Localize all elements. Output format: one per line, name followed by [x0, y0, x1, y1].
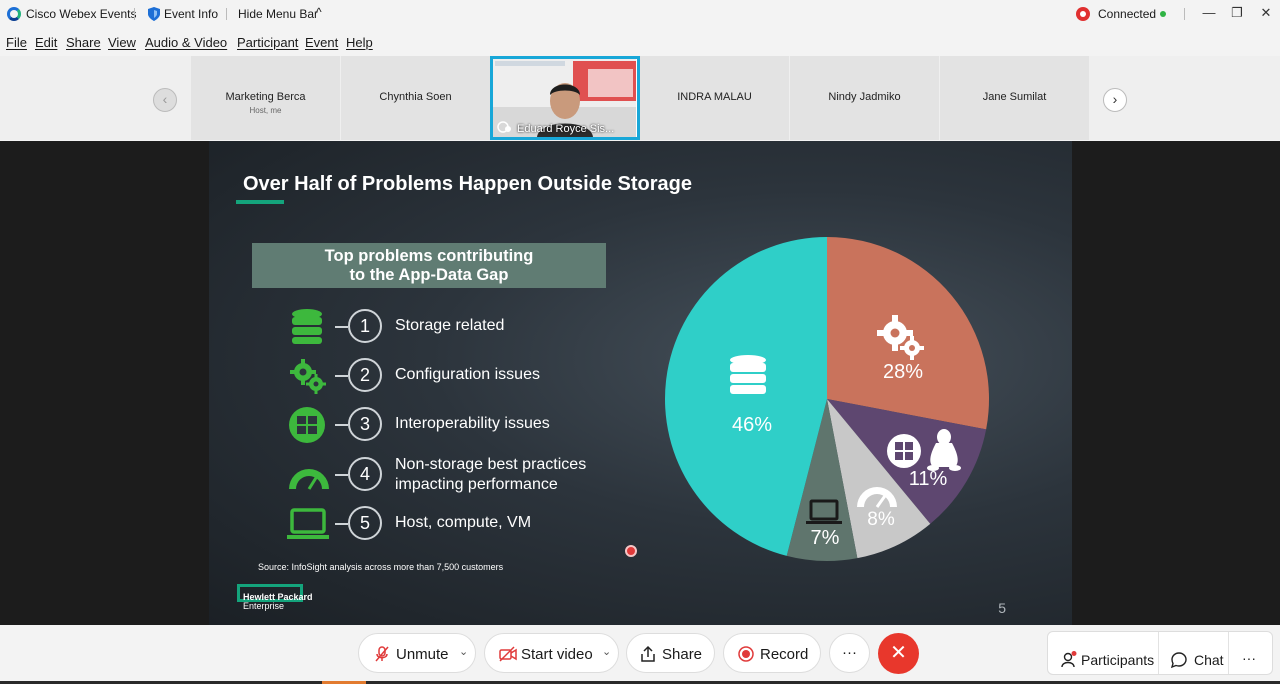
participant-name: Eduard Royce Sis... [517, 123, 615, 135]
participant-name: Nindy Jadmiko [828, 91, 901, 103]
chevron-down-icon[interactable]: ⌄ [459, 645, 468, 658]
pie-slice-label: 8% [867, 509, 895, 530]
audio-connected-icon [497, 121, 511, 133]
chat-label: Chat [1194, 652, 1224, 668]
pie-slice-label: 7% [811, 527, 840, 549]
participant-tile[interactable]: Chynthia Soen [341, 56, 490, 140]
connection-status: Connected [1098, 7, 1157, 21]
record-button[interactable]: Record [723, 633, 821, 673]
strip-prev-button[interactable]: ‹ [153, 88, 177, 112]
participant-name: Marketing Berca [225, 91, 306, 103]
menu-audio-video[interactable]: Audio & Video [145, 35, 227, 50]
more-panels-button[interactable]: ··· [1242, 640, 1266, 680]
pie-slice-label: 11% [909, 468, 948, 490]
menu-share[interactable]: Share [66, 35, 101, 50]
record-icon [738, 646, 754, 662]
hide-menu-bar-button[interactable]: Hide Menu Bar [238, 7, 318, 21]
share-button[interactable]: Share [626, 633, 715, 673]
menu-edit[interactable]: Edit [35, 35, 57, 50]
menu-help[interactable]: Help [346, 35, 373, 50]
video-off-icon [499, 646, 517, 662]
app-title: Cisco Webex Events [26, 7, 137, 21]
status-dot-icon [1160, 11, 1166, 17]
participant-strip: ‹ Marketing Berca Host, me Chynthia Soen… [0, 56, 1280, 140]
participants-label: Participants [1081, 652, 1155, 668]
participant-role: Host, me [249, 106, 282, 115]
menu-file[interactable]: File [6, 35, 27, 50]
chevron-down-icon[interactable]: ⌄ [602, 645, 611, 658]
unmute-label: Unmute [396, 646, 449, 663]
start-video-button[interactable]: Start video ⌄ [484, 633, 619, 673]
participant-name: Jane Sumilat [982, 91, 1047, 103]
participant-name: INDRA MALAU [677, 91, 752, 103]
panel-buttons-group: Participants Chat ··· [1047, 631, 1273, 675]
participant-tile[interactable]: Jane Sumilat [940, 56, 1089, 140]
participant-tile[interactable]: Nindy Jadmiko [790, 56, 939, 140]
shared-content-stage: Over Half of Problems Happen Outside Sto… [0, 141, 1280, 625]
participants-icon [1061, 651, 1077, 668]
unmute-button[interactable]: Unmute ⌄ [358, 633, 476, 673]
chat-icon [1170, 652, 1187, 669]
divider [1228, 632, 1229, 674]
microphone-muted-icon [375, 646, 389, 662]
share-label: Share [662, 646, 703, 663]
more-options-button[interactable]: ··· [829, 633, 870, 673]
menu-participant[interactable]: Participant [237, 35, 298, 50]
chat-button[interactable]: Chat [1170, 640, 1230, 680]
more-icon: ··· [842, 644, 857, 661]
pie-slice-label: 46% [732, 414, 772, 436]
strip-next-button[interactable]: › [1103, 88, 1127, 112]
restore-button[interactable]: ❐ [1228, 4, 1246, 22]
record-label: Record [760, 646, 809, 663]
divider [134, 8, 135, 20]
presenter-pointer [625, 545, 637, 557]
divider [1184, 8, 1185, 20]
database-icon [730, 355, 766, 394]
minimize-button[interactable]: — [1200, 4, 1218, 22]
problems-pie-chart: 28% 11% 8% 7% 46% [664, 237, 990, 561]
participant-tile-active-speaker[interactable]: Eduard Royce Sis... [490, 56, 640, 140]
meeting-controls: Unmute ⌄ Start video ⌄ Share Record ··· … [0, 625, 1280, 684]
event-info-button[interactable]: Event Info [164, 7, 218, 21]
close-window-button[interactable]: ✕ [1257, 4, 1275, 22]
menu-view[interactable]: View [108, 35, 136, 50]
participant-name: Chynthia Soen [379, 91, 452, 103]
shared-slide: Over Half of Problems Happen Outside Sto… [209, 141, 1072, 625]
windows-icon [887, 434, 921, 468]
divider [1158, 632, 1159, 674]
webex-logo-icon [7, 7, 21, 21]
title-bar: Cisco Webex Events Event Info Hide Menu … [0, 0, 1280, 28]
share-icon [641, 645, 655, 662]
end-meeting-button[interactable]: ✕ [878, 633, 919, 674]
divider [226, 8, 227, 20]
pie-slice-label: 28% [883, 361, 923, 383]
menu-event[interactable]: Event [305, 35, 338, 50]
participant-tile[interactable]: Marketing Berca Host, me [191, 56, 340, 140]
start-video-label: Start video [521, 646, 593, 663]
participant-tile[interactable]: INDRA MALAU [640, 56, 789, 140]
connected-icon [1076, 7, 1090, 21]
chevron-up-icon[interactable]: ^ [316, 5, 322, 19]
shield-icon [148, 7, 160, 21]
participants-button[interactable]: Participants [1060, 640, 1158, 680]
more-icon: ··· [1242, 650, 1256, 666]
